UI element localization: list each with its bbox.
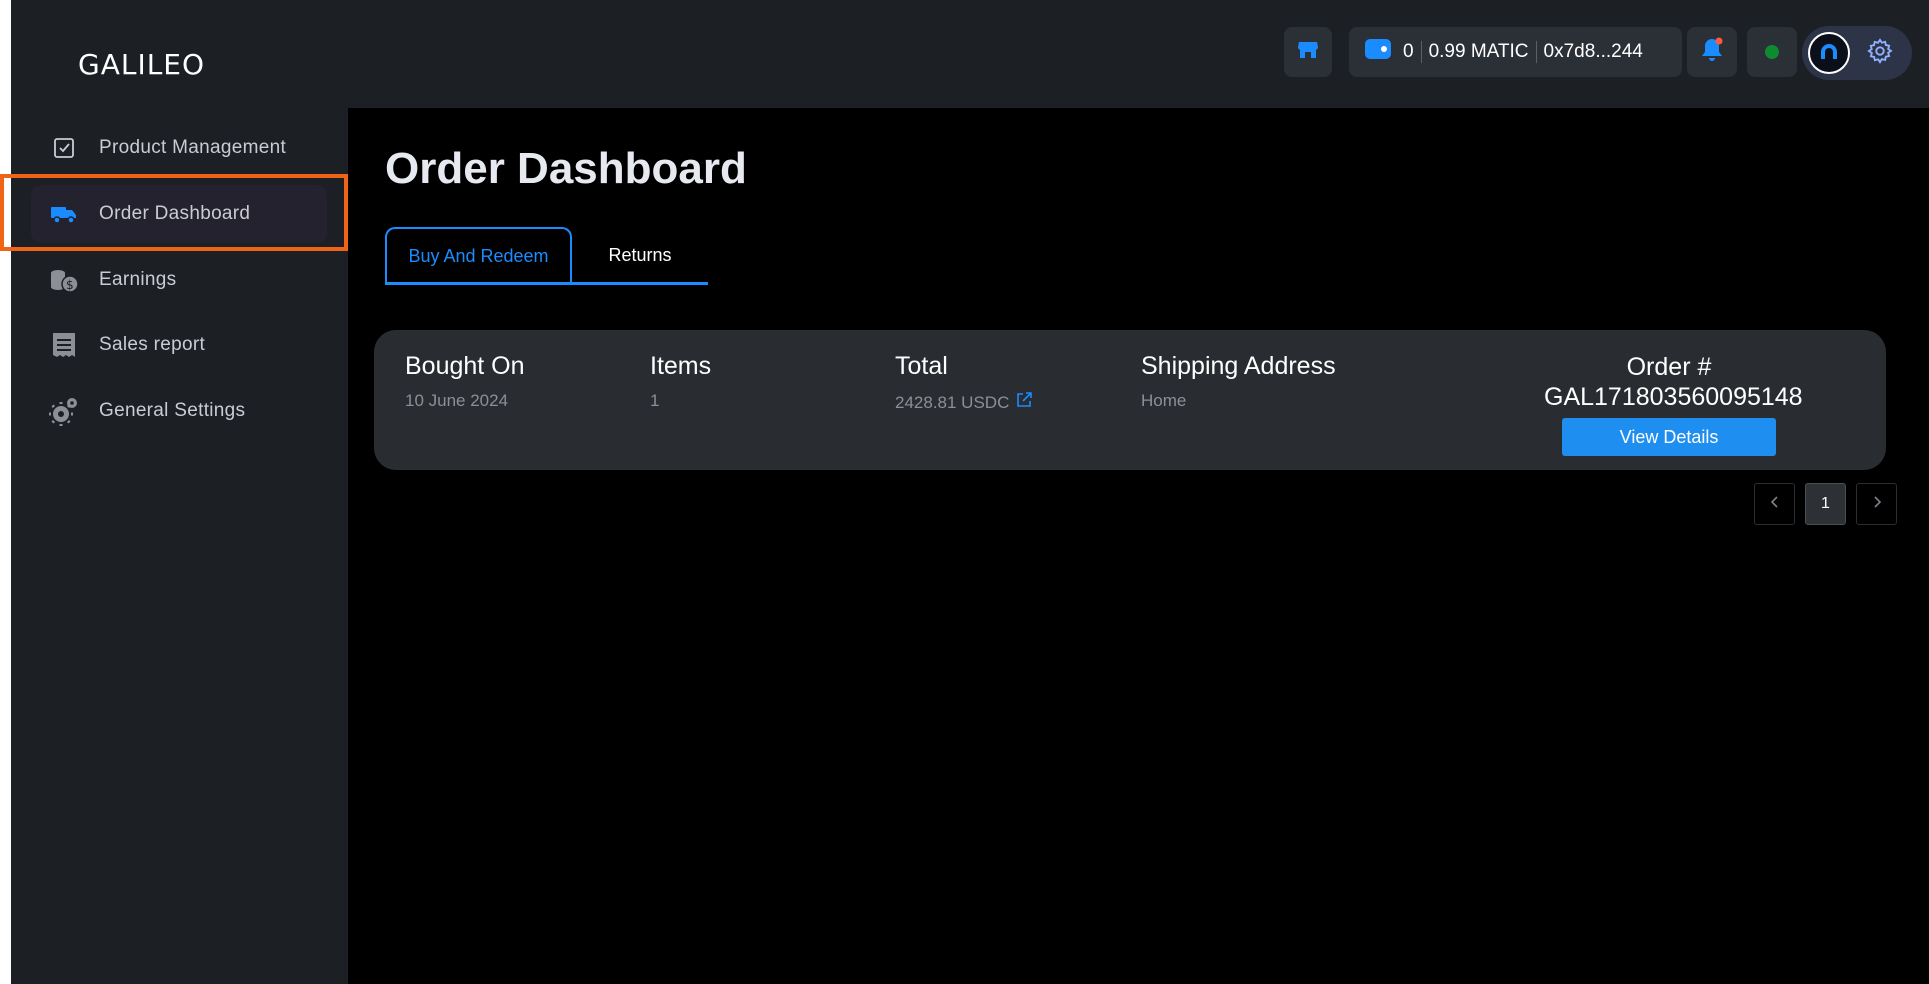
gear-icon[interactable] (1866, 37, 1894, 70)
tab-buy-and-redeem[interactable]: Buy And Redeem (385, 227, 572, 284)
external-link-icon[interactable] (1015, 391, 1033, 414)
sidebar-item-order-dashboard[interactable]: Order Dashboard (31, 185, 327, 243)
shipping-address-label: Shipping Address (1141, 352, 1336, 380)
chevron-right-icon (1872, 495, 1882, 514)
main-content: Order Dashboard Buy And Redeem Returns B… (348, 108, 1929, 984)
sidebar-item-sales-report[interactable]: Sales report (31, 316, 327, 374)
total-value: 2428.81 USDC (895, 392, 1010, 412)
status-dot (1765, 45, 1779, 59)
store-button[interactable] (1284, 27, 1332, 77)
notifications-button[interactable] (1687, 27, 1737, 77)
sidebar-item-label: Sales report (99, 334, 206, 355)
connection-status[interactable] (1747, 27, 1797, 77)
app-root: GALILEO 0 0.99 MATIC 0x7d8...244 Product… (0, 0, 1929, 984)
tab-returns[interactable]: Returns (572, 227, 708, 284)
token-count: 0 (1403, 41, 1414, 62)
sidebar-item-product-management[interactable]: Product Management (31, 119, 327, 177)
items-label: Items (650, 352, 712, 380)
shipping-address-column: Shipping Address Home (1141, 352, 1336, 411)
sidebar-item-earnings[interactable]: $ Earnings (31, 251, 327, 309)
avatar[interactable] (1808, 32, 1850, 74)
store-icon (1296, 38, 1320, 67)
total-column: Total 2428.81 USDC (895, 352, 1033, 414)
total-value-row: 2428.81 USDC (895, 391, 1033, 414)
matic-balance: 0.99 MATIC (1428, 41, 1529, 62)
order-card: Bought On 10 June 2024 Items 1 Total 242… (374, 330, 1886, 470)
bought-on-value: 10 June 2024 (405, 391, 509, 410)
tab-bar: Buy And Redeem Returns (385, 227, 708, 285)
profile-menu[interactable] (1802, 26, 1912, 80)
order-number-value: GAL171803560095148 (1544, 383, 1803, 411)
view-details-button[interactable]: View Details (1562, 418, 1776, 456)
divider (1420, 41, 1422, 63)
sidebar-item-label: General Settings (99, 400, 246, 421)
receipt-icon (49, 330, 79, 360)
order-number-column: Order # GAL171803560095148 View Details (1544, 352, 1803, 456)
bought-on-label: Bought On (405, 352, 525, 380)
truck-icon (49, 199, 79, 229)
divider (1535, 41, 1537, 63)
bought-on-column: Bought On 10 June 2024 (405, 352, 525, 411)
shipping-address-value: Home (1141, 391, 1187, 410)
sidebar-item-label: Earnings (99, 269, 177, 290)
bell-icon (1699, 36, 1725, 69)
pagination: 1 (1754, 483, 1897, 525)
sidebar: Product Management Order Dashboard $ Ear… (11, 108, 348, 984)
sidebar-item-label: Product Management (99, 137, 287, 158)
page-title: Order Dashboard (385, 144, 747, 193)
previous-page-button[interactable] (1754, 483, 1795, 525)
total-label: Total (895, 352, 948, 380)
gears-icon (49, 396, 79, 426)
wallet-balance-button[interactable]: 0 0.99 MATIC 0x7d8...244 (1349, 27, 1682, 77)
items-column: Items 1 (650, 352, 711, 411)
galileo-logo[interactable]: GALILEO (78, 48, 205, 81)
coins-icon: $ (49, 265, 79, 295)
items-value: 1 (650, 391, 660, 410)
top-header: GALILEO 0 0.99 MATIC 0x7d8...244 (11, 0, 1929, 108)
next-page-button[interactable] (1856, 483, 1897, 525)
checkbox-icon (49, 133, 79, 163)
wallet-icon (1365, 38, 1391, 66)
svg-text:$: $ (66, 278, 74, 292)
chevron-left-icon (1770, 495, 1780, 514)
sidebar-item-general-settings[interactable]: General Settings (31, 382, 327, 440)
page-number-button[interactable]: 1 (1805, 483, 1846, 525)
wallet-address: 0x7d8...244 (1543, 41, 1643, 62)
order-number-label: Order # (1626, 353, 1712, 381)
sidebar-item-label: Order Dashboard (99, 203, 251, 224)
